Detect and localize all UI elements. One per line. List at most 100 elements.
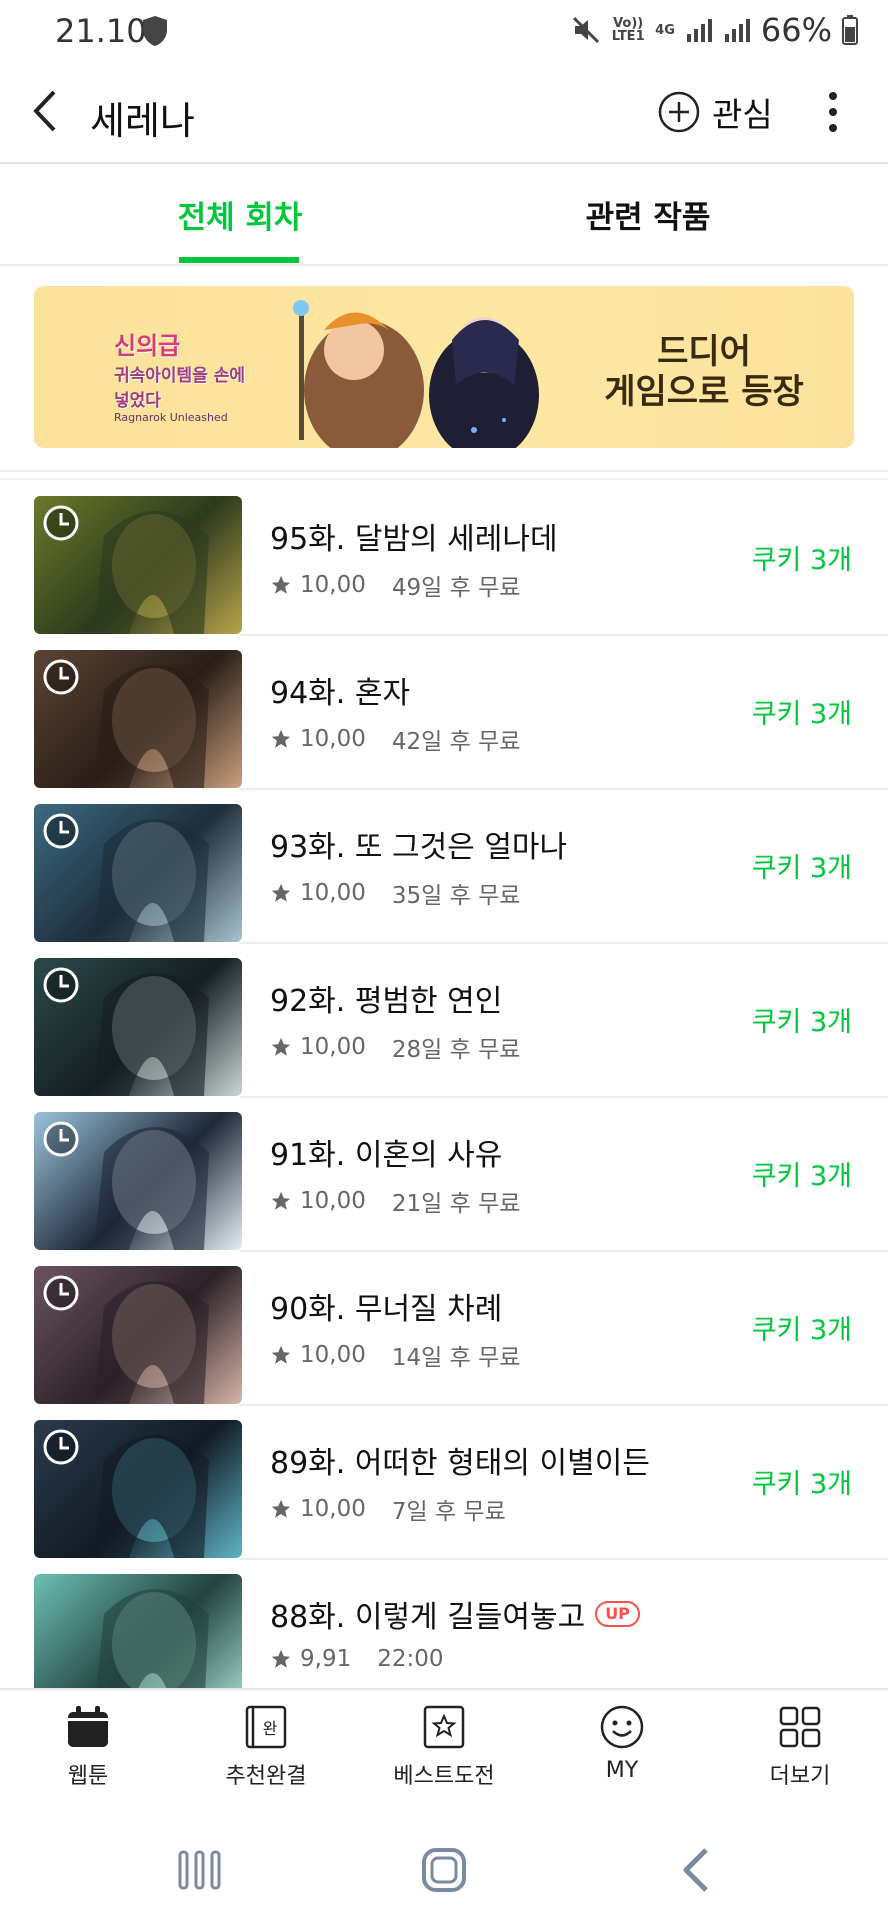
clock-icon: [43, 1275, 79, 1311]
battery-icon: [842, 15, 858, 45]
episode-rating: 10,00: [300, 1188, 366, 1214]
episode-title: 95화. 달밤의 세레나데: [270, 514, 558, 558]
shield-icon: [143, 16, 167, 46]
banner-text: 드디어 게임으로 등장: [554, 332, 854, 412]
episode-free-in: 21일 후 무료: [391, 1191, 521, 1217]
home-icon[interactable]: [414, 1840, 474, 1900]
clock-icon: [43, 1121, 79, 1157]
episode-row[interactable]: 94화. 혼자 10,00 42일 후 무료 쿠키 3개: [0, 636, 888, 790]
episode-free-in: 42일 후 무료: [391, 729, 521, 755]
clock-icon: [43, 1429, 79, 1465]
episode-free-in: 35일 후 무료: [391, 883, 521, 909]
episode-row[interactable]: 93화. 또 그것은 얼마나 10,00 35일 후 무료 쿠키 3개: [0, 790, 888, 944]
back-nav-icon[interactable]: [668, 1840, 728, 1900]
episode-thumbnail: [34, 1266, 242, 1404]
clock-icon: [43, 967, 79, 1003]
episode-meta: 10,00 14일 후 무료: [270, 1338, 520, 1372]
plus-circle-icon: [658, 91, 700, 133]
tab-all-episodes[interactable]: 전체 회차: [140, 164, 340, 264]
more-vertical-icon[interactable]: [818, 82, 848, 142]
episode-title: 92화. 평범한 연인: [270, 976, 502, 1020]
up-badge: UP: [595, 1601, 640, 1627]
status-indicators: Vo)) LTE1 4G 66%: [571, 10, 858, 50]
episode-meta: 10,00 49일 후 무료: [270, 568, 520, 602]
clock-icon: [43, 813, 79, 849]
episode-price: 쿠키 3개: [751, 1161, 852, 1192]
star-icon: [271, 1037, 291, 1056]
episode-thumbnail: [34, 1112, 242, 1250]
banner-logo: 신의급 귀속아이템을 손에넣었다 Ragnarok Unleashed: [114, 326, 254, 424]
episode-title-text: 94화. 혼자: [270, 676, 411, 711]
app-header: 세레나 관심: [0, 62, 888, 164]
episode-meta: 10,00 42일 후 무료: [270, 722, 520, 756]
nav-label: 베스트도전: [393, 1764, 495, 1789]
nav-webtoon[interactable]: 웹툰: [18, 1704, 158, 1814]
recent-apps-icon[interactable]: [170, 1840, 230, 1900]
episode-meta: 10,00 35일 후 무료: [270, 876, 520, 910]
episode-thumbnail: [34, 496, 242, 634]
battery-percent: 66%: [760, 11, 832, 49]
episode-title-text: 91화. 이혼의 사유: [270, 1138, 503, 1173]
grid-icon: [779, 1706, 821, 1748]
nav-recommend-complete[interactable]: 완 추천완결: [196, 1704, 336, 1814]
episode-row[interactable]: 90화. 무너질 차례 10,00 14일 후 무료 쿠키 3개: [0, 1252, 888, 1406]
banner-logo-line2: 귀속아이템을 손에넣었다: [114, 366, 246, 411]
episode-meta: 10,00 7일 후 무료: [270, 1492, 506, 1526]
episode-title: 93화. 또 그것은 얼마나: [270, 822, 567, 866]
volte-indicator: Vo)) LTE1: [611, 16, 645, 44]
episode-row[interactable]: 91화. 이혼의 사유 10,00 21일 후 무료 쿠키 3개: [0, 1098, 888, 1252]
game-ad-banner[interactable]: 신의급 귀속아이템을 손에넣었다 Ragnarok Unleashed 드디어 …: [34, 286, 854, 448]
banner-text-line2: 게임으로 등장: [604, 372, 804, 412]
nav-icon-glyph: 완: [263, 1719, 278, 1738]
banner-logo-line1: 신의급: [114, 332, 181, 360]
signal-icon: [686, 19, 712, 42]
episode-free-in: 28일 후 무료: [391, 1037, 521, 1063]
active-tab-indicator: [179, 257, 299, 263]
tab-related-works[interactable]: 관련 작품: [548, 164, 748, 264]
tab-bar: 전체 회차 관련 작품: [0, 164, 888, 266]
episode-title-text: 90화. 무너질 차례: [270, 1292, 503, 1327]
episode-row[interactable]: 92화. 평범한 연인 10,00 28일 후 무료 쿠키 3개: [0, 944, 888, 1098]
episode-thumbnail: [34, 804, 242, 942]
episode-rating: 10,00: [300, 1034, 366, 1060]
episode-rating: 10,00: [300, 1342, 366, 1368]
calendar-icon: [68, 1706, 108, 1747]
clock-icon: [43, 505, 79, 541]
book-complete-icon: 완: [245, 1705, 287, 1749]
nav-more[interactable]: 더보기: [730, 1704, 870, 1814]
bottom-navigation: 웹툰 완 추천완결 베스트도전 MY 더보기: [0, 1688, 888, 1824]
episode-row[interactable]: 89화. 어떠한 형태의 이별이든 10,00 7일 후 무료 쿠키 3개: [0, 1406, 888, 1560]
nav-label: 웹툰: [67, 1764, 109, 1789]
nav-label: 추천완결: [225, 1764, 307, 1789]
episode-title-text: 93화. 또 그것은 얼마나: [270, 830, 568, 865]
episode-title-text: 88화. 이렇게 길들여놓고: [270, 1600, 586, 1635]
nav-best-challenge[interactable]: 베스트도전: [374, 1704, 514, 1814]
interest-label: 관심: [712, 95, 773, 134]
star-icon: [271, 883, 291, 902]
episode-row[interactable]: 88화. 이렇게 길들여놓고 UP 9,91 22:00: [0, 1560, 888, 1688]
episode-meta: 9,91 22:00: [270, 1646, 444, 1672]
episode-thumbnail: [34, 1574, 242, 1688]
episode-free-time: 22:00: [377, 1646, 444, 1672]
mute-icon: [573, 16, 600, 44]
interest-button[interactable]: 관심: [658, 84, 773, 140]
episode-free-in: 7일 후 무료: [391, 1499, 506, 1525]
thumbnail-art: [96, 1589, 209, 1688]
episode-row[interactable]: 95화. 달밤의 세레나데 10,00 49일 후 무료 쿠키 3개: [0, 482, 888, 636]
banner-text-line1: 드디어: [657, 332, 751, 372]
star-icon: [271, 729, 291, 748]
episode-title-text: 92화. 평범한 연인: [270, 984, 503, 1019]
system-navigation-bar: [0, 1822, 888, 1920]
divider: [0, 478, 888, 480]
network-type: 4G: [655, 22, 675, 38]
back-arrow-icon[interactable]: [24, 86, 74, 136]
smiley-icon: [600, 1705, 644, 1749]
episode-title: 89화. 어떠한 형태의 이별이든: [270, 1438, 650, 1482]
episode-price: 쿠키 3개: [751, 699, 852, 730]
star-box-icon: [423, 1705, 465, 1749]
episode-rating: 9,91: [300, 1646, 352, 1672]
nav-my[interactable]: MY: [552, 1704, 692, 1814]
episode-title: 88화. 이렇게 길들여놓고 UP: [270, 1592, 640, 1636]
episode-rating: 10,00: [300, 880, 366, 906]
episode-price: 쿠키 3개: [751, 545, 852, 576]
